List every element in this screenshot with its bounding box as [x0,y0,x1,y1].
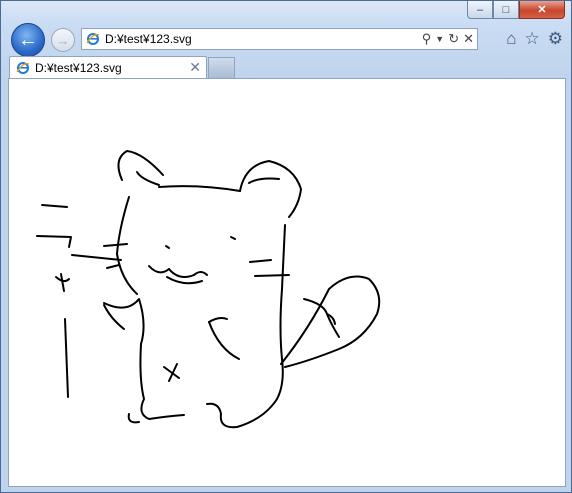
command-icons: ⌂ ☆ ⚙ [506,29,563,49]
search-icon[interactable]: ⚲ [422,31,432,47]
new-tab-button[interactable] [208,57,235,78]
ie-page-icon [86,33,100,45]
svg-drawing [36,150,381,429]
side-text-strokes [36,204,72,398]
close-icon: ✕ [537,4,547,16]
page-content [8,78,566,487]
tab-active[interactable]: D:¥test¥123.svg ✕ [9,56,207,78]
tab-close-icon[interactable]: ✕ [189,59,201,76]
forward-arrow-icon: → [56,32,70,48]
dropdown-icon[interactable]: ▼ [435,31,444,47]
back-arrow-icon: ← [18,28,38,51]
gear-icon[interactable]: ⚙ [548,29,563,49]
tab-title: D:¥test¥123.svg [35,61,122,75]
home-icon[interactable]: ⌂ [506,29,516,49]
address-url: D:¥test¥123.svg [105,32,192,46]
minimize-icon: – [476,3,484,16]
maximize-icon: □ [502,3,510,16]
stop-icon[interactable]: ✕ [463,31,474,47]
minimize-button[interactable]: – [467,1,493,19]
refresh-icon[interactable]: ↻ [448,31,459,47]
caption-buttons: – □ ✕ [467,1,565,21]
maximize-button[interactable]: □ [493,1,519,19]
back-button[interactable]: ← [11,23,45,57]
close-button[interactable]: ✕ [519,1,565,19]
address-bar[interactable]: D:¥test¥123.svg ⚲ ▼ ↻ ✕ [81,28,478,50]
creature-drawing [71,150,381,429]
address-tools: ⚲ ▼ ↻ ✕ [422,31,474,47]
star-icon[interactable]: ☆ [525,29,540,49]
ie-page-icon [16,62,30,74]
browser-window: – □ ✕ ← → D:¥test¥123.svg ⚲ ▼ ↻ ✕ ⌂ ☆ ⚙ [0,0,572,493]
forward-button[interactable]: → [51,28,75,52]
